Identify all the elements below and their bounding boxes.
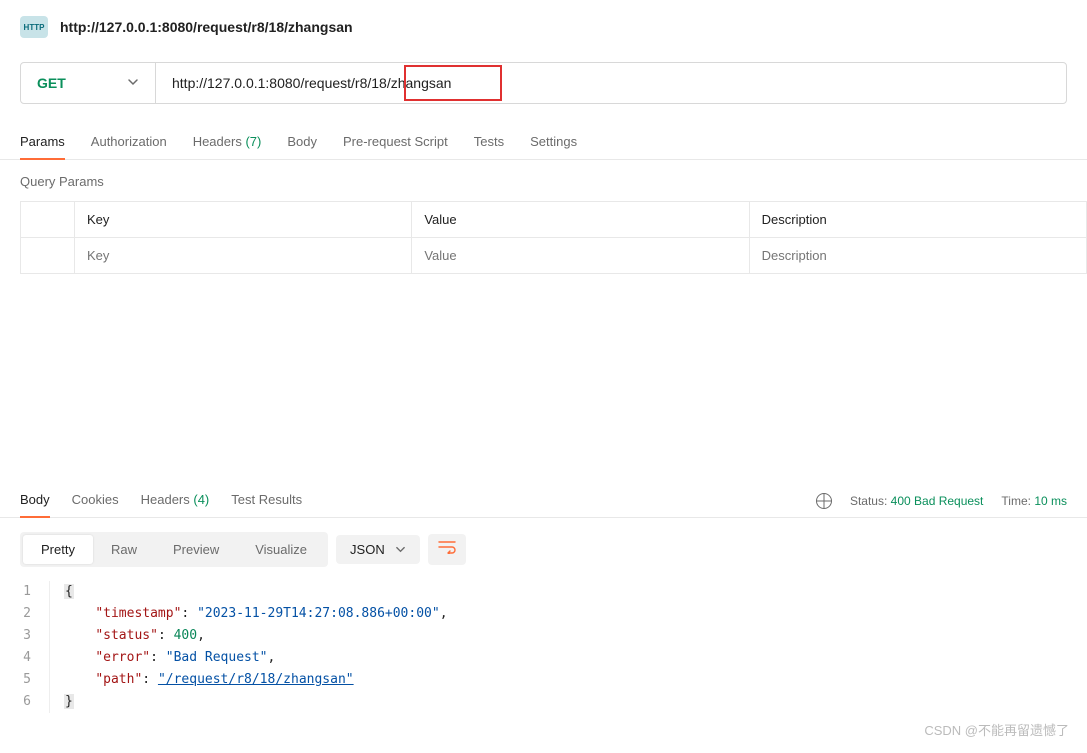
tab-headers[interactable]: Headers (7) — [193, 128, 262, 159]
wrap-lines-icon[interactable] — [428, 534, 466, 565]
request-title: http://127.0.0.1:8080/request/r8/18/zhan… — [60, 19, 353, 35]
time-label: Time: — [1001, 494, 1031, 508]
tab-body[interactable]: Body — [287, 128, 317, 159]
tab-headers-label: Headers — [193, 134, 242, 149]
request-tabs: Params Authorization Headers (7) Body Pr… — [0, 128, 1087, 160]
rtab-headers-label: Headers — [141, 492, 190, 507]
query-params-table: Key Value Description — [20, 201, 1087, 274]
description-input[interactable] — [762, 248, 1074, 263]
line-num: 3 — [20, 625, 31, 647]
line-num: 6 — [20, 691, 31, 713]
code-content: { "timestamp": "2023-11-29T14:27:08.886+… — [64, 581, 448, 713]
request-bar: GET — [20, 62, 1067, 104]
row-checkbox[interactable] — [21, 238, 75, 274]
body-toolbar: Pretty Raw Preview Visualize JSON — [0, 518, 1087, 581]
status-value: 400 Bad Request — [891, 494, 984, 508]
status-block: Status: 400 Bad Request — [850, 494, 983, 508]
response-body-code[interactable]: 1 2 3 4 5 6 { "timestamp": "2023-11-29T1… — [0, 581, 1087, 713]
http-icon: HTTP — [20, 16, 48, 38]
view-mode-group: Pretty Raw Preview Visualize — [20, 532, 328, 567]
watermark: CSDN @不能再留遗憾了 — [924, 720, 1069, 739]
tab-prerequest[interactable]: Pre-request Script — [343, 128, 448, 159]
time-value: 10 ms — [1034, 494, 1067, 508]
column-description: Description — [749, 202, 1086, 238]
format-label: JSON — [350, 542, 385, 557]
line-num: 2 — [20, 603, 31, 625]
checkbox-header — [21, 202, 75, 238]
tab-params[interactable]: Params — [20, 128, 65, 159]
url-input[interactable] — [172, 75, 1050, 91]
tab-authorization[interactable]: Authorization — [91, 128, 167, 159]
table-row — [21, 238, 1087, 274]
view-visualize[interactable]: Visualize — [237, 535, 325, 564]
rtab-headers[interactable]: Headers (4) — [141, 484, 210, 517]
tab-headers-count: (7) — [245, 134, 261, 149]
tab-settings[interactable]: Settings — [530, 128, 577, 159]
line-gutter: 1 2 3 4 5 6 — [20, 581, 50, 713]
key-input[interactable] — [87, 248, 399, 263]
method-label: GET — [37, 75, 66, 91]
status-label: Status: — [850, 494, 887, 508]
format-select[interactable]: JSON — [336, 535, 420, 564]
view-pretty[interactable]: Pretty — [23, 535, 93, 564]
rtab-cookies[interactable]: Cookies — [72, 484, 119, 517]
column-value: Value — [412, 202, 749, 238]
chevron-down-icon — [395, 544, 406, 555]
view-preview[interactable]: Preview — [155, 535, 237, 564]
response-bar: Body Cookies Headers (4) Test Results St… — [0, 484, 1087, 518]
rtab-tests[interactable]: Test Results — [231, 484, 302, 517]
query-params-title: Query Params — [0, 160, 1087, 201]
rtab-body[interactable]: Body — [20, 484, 50, 517]
method-select[interactable]: GET — [21, 63, 156, 103]
tab-tests[interactable]: Tests — [474, 128, 504, 159]
column-key: Key — [75, 202, 412, 238]
line-num: 4 — [20, 647, 31, 669]
line-num: 5 — [20, 669, 31, 691]
line-num: 1 — [20, 581, 31, 603]
rtab-headers-count: (4) — [193, 492, 209, 507]
value-input[interactable] — [424, 248, 736, 263]
view-raw[interactable]: Raw — [93, 535, 155, 564]
chevron-down-icon — [127, 76, 139, 91]
globe-icon[interactable] — [816, 493, 832, 509]
time-block: Time: 10 ms — [1001, 494, 1067, 508]
